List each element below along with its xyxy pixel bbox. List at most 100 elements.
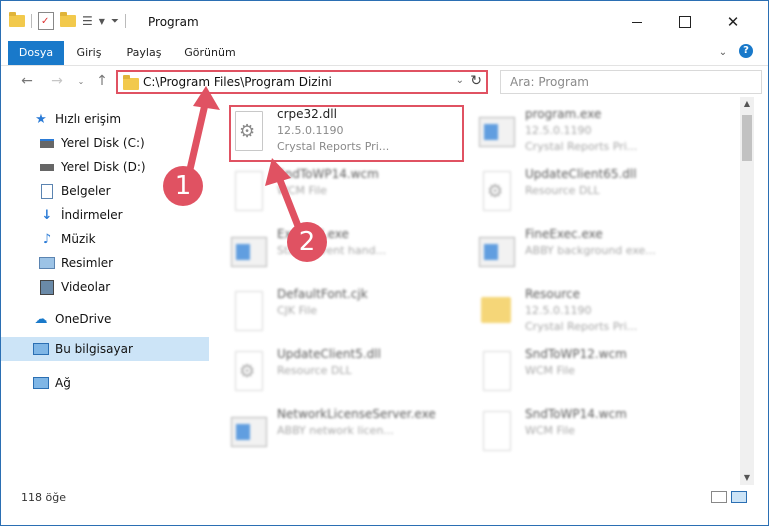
- quick-access-toolbar: ✓ ☰ ▼ ⏷: [9, 11, 126, 31]
- chevron-down-icon[interactable]: ⌄: [715, 45, 731, 61]
- exe-icon: [229, 229, 267, 275]
- file-type: Resource DLL: [525, 184, 600, 197]
- sidebar-item-label: Yerel Disk (C:): [61, 136, 145, 150]
- file-type: WCM File: [277, 184, 327, 197]
- address-bar[interactable]: C:\Program Files\Program Dizini ⌄ ↻: [116, 70, 488, 94]
- scroll-up-icon[interactable]: ▲: [740, 97, 754, 111]
- maximize-icon: [679, 16, 691, 28]
- sidebar-item-network[interactable]: Ağ: [1, 371, 234, 395]
- file-item[interactable]: FineExec.exe ABBY background exe...: [477, 227, 717, 283]
- scroll-down-icon[interactable]: ▼: [740, 471, 754, 485]
- file-description: ABBY network licen...: [277, 424, 394, 437]
- tab-home[interactable]: Giriş: [67, 41, 111, 65]
- sidebar-item-music[interactable]: ♪ Müzik 📌: [1, 227, 240, 251]
- file-type: WCM File: [525, 424, 575, 437]
- customize-icon[interactable]: ⏷: [111, 16, 119, 27]
- status-bar: 118 öğe: [1, 485, 768, 511]
- file-item[interactable]: ⚙ UpdateClient5.dll Resource DLL: [229, 347, 469, 403]
- chevron-down-icon[interactable]: ⌄: [456, 75, 464, 86]
- sidebar-item-onedrive[interactable]: ☁ OneDrive: [1, 307, 234, 331]
- up-arrow-icon[interactable]: ↑: [93, 73, 111, 89]
- download-icon: ↓: [41, 207, 53, 223]
- help-icon[interactable]: ?: [739, 44, 753, 58]
- file-version: 12.5.0.1190: [525, 304, 592, 317]
- folder-icon: [123, 75, 139, 90]
- file-name: UpdateClient65.dll: [525, 167, 637, 181]
- drive-icon: [39, 135, 55, 151]
- view-options-icon[interactable]: ☰: [82, 14, 93, 28]
- file-type: Resource DLL: [277, 364, 352, 377]
- sidebar-item-local-disk-c[interactable]: Yerel Disk (C:): [1, 131, 240, 155]
- file-type: CJK File: [277, 304, 318, 317]
- cloud-icon: ☁: [34, 311, 48, 327]
- window-title: Program: [148, 15, 199, 29]
- new-folder-icon[interactable]: [60, 12, 76, 27]
- close-icon: ✕: [726, 13, 740, 31]
- sidebar-item-label: Bu bilgisayar: [55, 342, 133, 356]
- file-item[interactable]: program.exe 12.5.0.1190 Crystal Reports …: [477, 107, 717, 163]
- ribbon-tabs: Dosya Giriş Paylaş Görünüm ⌄ ?: [1, 41, 768, 65]
- sidebar-item-label: Videolar: [61, 280, 111, 294]
- minimize-button[interactable]: [614, 7, 660, 37]
- gear-icon: ⚙: [229, 349, 267, 395]
- navigation-pane: ★ Hızlı erişim Yerel Disk (C:) Yerel Dis…: [1, 97, 236, 485]
- large-icons-view-icon[interactable]: [731, 491, 747, 503]
- callout-badge-2: 2: [287, 222, 327, 262]
- file-name: UpdateClient5.dll: [277, 347, 381, 361]
- file-icon: [477, 349, 515, 395]
- maximize-button[interactable]: [662, 7, 708, 37]
- sidebar-item-downloads[interactable]: ↓ İndirmeler 📌: [1, 203, 240, 227]
- sidebar-item-documents[interactable]: Belgeler: [1, 179, 240, 203]
- file-type: WCM File: [525, 364, 575, 377]
- file-item[interactable]: ⚙ UpdateClient65.dll Resource DLL: [477, 167, 717, 223]
- tab-file[interactable]: Dosya: [8, 41, 64, 65]
- chevron-down-icon[interactable]: ▼: [99, 17, 105, 26]
- refresh-icon[interactable]: ↻: [470, 73, 482, 89]
- forward-arrow-icon[interactable]: →: [48, 73, 66, 89]
- file-item[interactable]: DefaultFont.cjk CJK File: [229, 287, 469, 343]
- vertical-scrollbar[interactable]: ▲ ▼: [740, 97, 754, 485]
- file-item[interactable]: SndToWP14.wcm WCM File: [477, 407, 717, 463]
- file-name: SndToWP12.wcm: [525, 347, 627, 361]
- file-item[interactable]: SndToWP12.wcm WCM File: [477, 347, 717, 403]
- close-button[interactable]: ✕: [710, 7, 756, 37]
- file-item[interactable]: NetworkLicenseServer.exe ABBY network li…: [229, 407, 469, 463]
- file-item[interactable]: ExecuTI.exe Starts event hand...: [229, 227, 469, 283]
- search-input[interactable]: Ara: Program: [500, 70, 762, 94]
- sidebar-item-label: Resimler: [61, 256, 114, 270]
- pictures-icon: [39, 255, 55, 271]
- computer-icon: [33, 341, 49, 357]
- file-name: SndToWP14.wcm: [525, 407, 627, 421]
- minimize-icon: [632, 21, 642, 23]
- file-name: Resource: [525, 287, 581, 301]
- file-name: FineExec.exe: [525, 227, 603, 241]
- sidebar-item-pictures[interactable]: Resimler 📌: [1, 251, 240, 275]
- network-icon: [33, 375, 49, 391]
- file-item[interactable]: Resource 12.5.0.1190 Crystal Reports Pri…: [477, 287, 717, 343]
- folder-icon: [9, 12, 25, 27]
- details-view-icon[interactable]: [711, 491, 727, 503]
- star-icon: ★: [35, 111, 47, 127]
- folder-icon: [477, 289, 515, 335]
- file-description: Crystal Reports Pri...: [525, 320, 638, 333]
- file-description: Crystal Reports Pri...: [525, 140, 638, 153]
- sidebar-item-videos[interactable]: Videolar 📌: [1, 275, 240, 299]
- file-name: NetworkLicenseServer.exe: [277, 407, 436, 421]
- sidebar-item-quick-access[interactable]: ★ Hızlı erişim: [1, 107, 234, 131]
- divider: [124, 14, 126, 28]
- tab-view[interactable]: Görünüm: [179, 41, 241, 65]
- exe-icon: [477, 229, 515, 275]
- exe-icon: [477, 109, 515, 155]
- tab-share[interactable]: Paylaş: [119, 41, 169, 65]
- file-item[interactable]: SndToWP14.wcm WCM File: [229, 167, 469, 223]
- sidebar-item-this-pc[interactable]: Bu bilgisayar: [1, 337, 234, 361]
- file-name: DefaultFont.cjk: [277, 287, 368, 301]
- sidebar-item-local-disk-d[interactable]: Yerel Disk (D:): [1, 155, 240, 179]
- video-icon: [39, 279, 55, 295]
- sidebar-item-label: OneDrive: [55, 312, 112, 326]
- properties-icon[interactable]: ✓: [38, 12, 54, 30]
- scrollbar-thumb[interactable]: [742, 115, 752, 161]
- back-arrow-icon[interactable]: ←: [18, 73, 36, 89]
- file-version: 12.5.0.1190: [525, 124, 592, 137]
- recent-locations-icon[interactable]: ⌄: [72, 77, 90, 86]
